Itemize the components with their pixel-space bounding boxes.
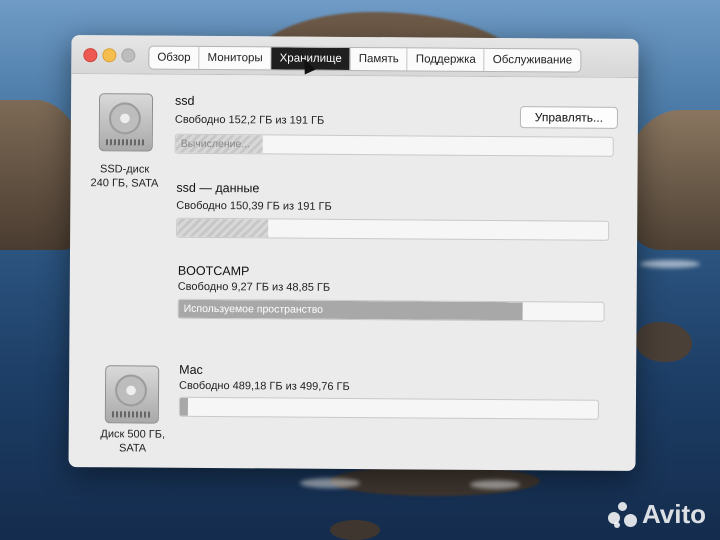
manage-button[interactable]: Управлять... — [519, 106, 619, 129]
storage-bar: Вычисление... — [174, 133, 614, 157]
volume-free-space: Свободно 9,27 ГБ из 48,85 ГБ — [177, 280, 331, 294]
disk-caption: Диск 500 ГБ, SATA — [87, 427, 179, 456]
volume-free-space: Свободно 489,18 ГБ из 499,76 ГБ — [179, 379, 350, 393]
hard-drive-icon — [104, 365, 160, 424]
about-this-mac-window: Обзор Мониторы Хранилище Память Поддержк… — [68, 35, 639, 471]
storage-bar — [176, 217, 610, 241]
volume-free-space: Свободно 150,39 ГБ из 191 ГБ — [176, 199, 332, 213]
volume-name: Mac — [179, 362, 203, 377]
storage-bar-label: Вычисление... — [180, 137, 251, 151]
tab-bar: Обзор Мониторы Хранилище Память Поддержк… — [148, 45, 582, 73]
storage-bar-fill — [179, 397, 189, 416]
avito-logo-icon — [607, 501, 638, 528]
tab-service[interactable]: Обслуживание — [485, 49, 581, 72]
wallpaper-rock-small — [330, 520, 380, 540]
disk-size-label: 240 ГБ, SATA — [90, 177, 159, 190]
minimize-window-button[interactable] — [102, 48, 117, 63]
tab-overview[interactable]: Обзор — [149, 46, 200, 69]
volume-name: ssd — данные — [176, 180, 260, 196]
tab-support[interactable]: Поддержка — [407, 48, 485, 71]
storage-bar-fill — [177, 218, 268, 238]
wallpaper-foam — [470, 480, 520, 489]
wallpaper-foam — [300, 478, 360, 488]
wallpaper-rock — [636, 322, 692, 362]
volume-name: ssd — [175, 93, 195, 108]
zoom-window-button[interactable] — [121, 48, 136, 63]
title-bar: Обзор Мониторы Хранилище Память Поддержк… — [71, 35, 639, 78]
storage-bar: Используемое пространство — [177, 298, 605, 322]
avito-watermark-text: Avito — [641, 499, 706, 529]
avito-watermark: Avito — [607, 499, 706, 530]
tab-displays[interactable]: Мониторы — [199, 46, 272, 70]
volume-free-space: Свободно 152,2 ГБ из 191 ГБ — [174, 113, 325, 127]
storage-bar-label: Используемое пространство — [183, 302, 324, 316]
disk-caption: SSD-диск 240 ГБ, SATA — [78, 162, 170, 191]
disk-type-label: SATA — [119, 442, 147, 455]
volume-name: BOOTCAMP — [177, 263, 250, 279]
wallpaper-foam — [640, 260, 700, 268]
hard-drive-icon — [98, 93, 154, 152]
storage-bar — [178, 396, 599, 420]
close-window-button[interactable] — [83, 48, 98, 63]
disk-size-label: Диск 500 ГБ, — [100, 428, 166, 441]
tab-memory[interactable]: Память — [350, 47, 408, 71]
disk-type-label: SSD-диск — [99, 163, 150, 176]
